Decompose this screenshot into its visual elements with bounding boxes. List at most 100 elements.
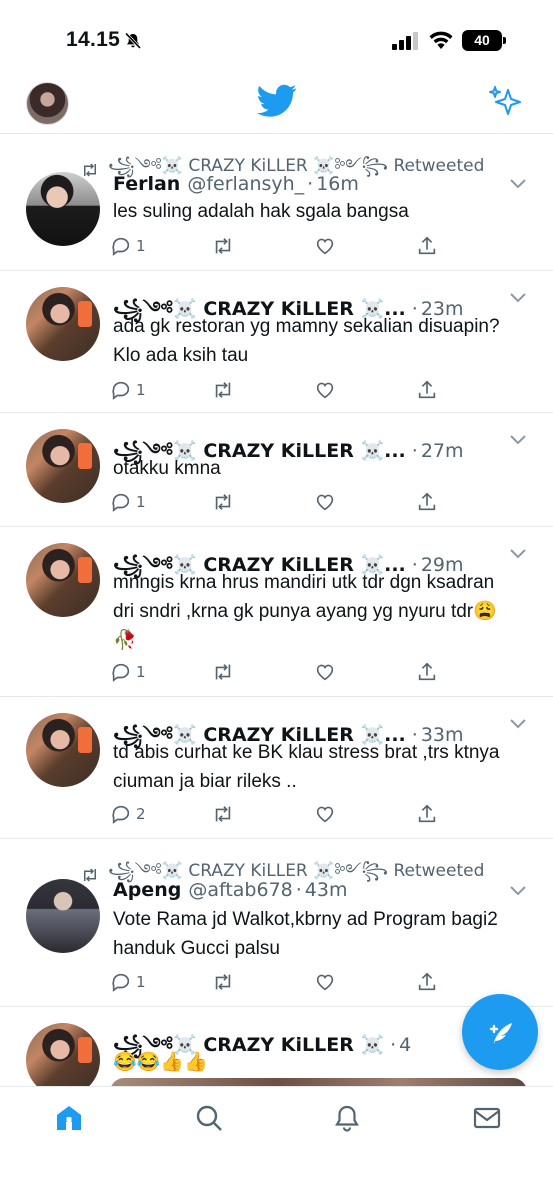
reply-count: 2: [136, 805, 146, 823]
timestamp[interactable]: 16m: [316, 173, 359, 195]
tweet-text: Vote Rama jd Walkot,kbrny ad Program bag…: [113, 909, 498, 959]
chevron-down-icon[interactable]: [509, 885, 527, 897]
retweet-icon: [215, 494, 231, 510]
like-button[interactable]: [314, 378, 336, 402]
reply-button[interactable]: 1: [110, 234, 146, 258]
sparkle-icon[interactable]: [488, 84, 524, 120]
tweet[interactable]: ꧁༺☠️ CRAZY KiLLER ☠️༻꧂ Retweeted Apeng @…: [0, 839, 553, 1007]
tweet-text: mnngis krna hrus mandiri utk tdr dgn ksa…: [113, 572, 497, 651]
chevron-down-icon[interactable]: [509, 434, 527, 446]
share-icon: [418, 380, 436, 399]
bell-muted-icon: [124, 32, 142, 50]
tweet[interactable]: ꧁༺☠️ CRAZY KiLLER ☠️... · 23m ada gk res…: [0, 271, 553, 413]
wifi-icon: [429, 31, 453, 49]
retweet-button[interactable]: [212, 378, 234, 402]
reply-icon: [112, 493, 130, 512]
share-button[interactable]: [416, 660, 438, 684]
tweet-actions: 1: [110, 970, 450, 994]
display-name[interactable]: Ferlan: [113, 173, 180, 195]
retweet-button[interactable]: [212, 234, 234, 258]
reply-button[interactable]: 1: [110, 660, 146, 684]
tweet-text: 😂😂👍👍: [113, 1052, 208, 1073]
retweet-icon: [215, 664, 231, 680]
share-button[interactable]: [416, 234, 438, 258]
share-button[interactable]: [416, 378, 438, 402]
reply-icon: [112, 381, 130, 400]
reply-count: 1: [136, 663, 146, 681]
tweet-actions: 1: [110, 660, 450, 684]
retweet-small-icon: [84, 868, 96, 882]
reply-icon: [112, 663, 130, 682]
like-button[interactable]: [314, 970, 336, 994]
avatar[interactable]: [26, 172, 100, 246]
tweet-actions: 1: [110, 378, 450, 402]
heart-icon: [316, 664, 334, 681]
retweet-button[interactable]: [212, 802, 234, 826]
chevron-down-icon[interactable]: [509, 548, 527, 560]
like-button[interactable]: [314, 660, 336, 684]
like-button[interactable]: [314, 234, 336, 258]
reply-button[interactable]: 1: [110, 970, 146, 994]
heart-icon: [316, 806, 334, 823]
heart-icon: [316, 382, 334, 399]
heart-icon: [316, 974, 334, 991]
retweet-button[interactable]: [212, 970, 234, 994]
retweet-button[interactable]: [212, 660, 234, 684]
tweet-actions: 1: [110, 490, 450, 514]
bird-icon[interactable]: [257, 84, 297, 118]
notifications-icon[interactable]: [332, 1103, 362, 1133]
tweet[interactable]: ꧁༺☠️ CRAZY KiLLER ☠️... · 33m td abis cu…: [0, 697, 553, 839]
tweet-text: td abis curhat ke BK klau stress brat ,t…: [113, 742, 500, 792]
retweet-icon: [215, 238, 231, 254]
home-timeline: ꧁༺☠️ CRAZY KiLLER ☠️༻꧂ Retweeted Ferlan …: [0, 134, 553, 1086]
top-navigation: [0, 76, 553, 134]
avatar[interactable]: [26, 879, 100, 953]
heart-icon: [316, 238, 334, 255]
reply-button[interactable]: 1: [110, 378, 146, 402]
profile-avatar[interactable]: [26, 82, 69, 125]
avatar[interactable]: [26, 429, 100, 503]
timestamp[interactable]: 43m: [305, 879, 348, 901]
reply-count: 1: [136, 493, 146, 511]
compose-tweet-button[interactable]: [462, 994, 538, 1070]
share-icon: [418, 236, 436, 255]
tweet-text: ada gk restoran yg mamny sekalian disuap…: [113, 316, 500, 366]
avatar[interactable]: [26, 287, 100, 361]
bottom-tab-bar: [0, 1086, 553, 1200]
tweet-header: Apeng @aftab678 · 43m: [113, 879, 347, 901]
tweet[interactable]: ꧁༺☠️ CRAZY KiLLER ☠️... · 27m otakku kmn…: [0, 413, 553, 527]
user-handle[interactable]: @aftab678: [188, 879, 292, 901]
like-button[interactable]: [314, 490, 336, 514]
tweet[interactable]: ꧁༺☠️ CRAZY KiLLER ☠️༻꧂ Retweeted Ferlan …: [0, 134, 553, 271]
avatar[interactable]: [26, 713, 100, 787]
reply-button[interactable]: 2: [110, 802, 146, 826]
user-handle[interactable]: @ferlansyh_: [187, 173, 304, 195]
reply-button[interactable]: 1: [110, 490, 146, 514]
reply-count: 1: [136, 381, 146, 399]
avatar[interactable]: [26, 543, 100, 617]
tweet[interactable]: ꧁༺☠️ CRAZY KiLLER ☠️... · 29m mnngis krn…: [0, 527, 553, 697]
share-button[interactable]: [416, 802, 438, 826]
retweet-icon: [215, 974, 231, 990]
share-button[interactable]: [416, 490, 438, 514]
chevron-down-icon[interactable]: [509, 292, 527, 304]
separator: ·: [295, 879, 302, 901]
display-name[interactable]: Apeng: [113, 879, 181, 901]
reply-count: 1: [136, 237, 146, 255]
home-icon[interactable]: [54, 1103, 84, 1133]
heart-icon: [316, 494, 334, 511]
chevron-down-icon[interactable]: [509, 178, 527, 190]
retweet-button[interactable]: [212, 490, 234, 514]
share-button[interactable]: [416, 970, 438, 994]
chevron-down-icon[interactable]: [509, 718, 527, 730]
like-button[interactable]: [314, 802, 336, 826]
retweet-icon: [215, 806, 231, 822]
status-bar: 14.15 40: [0, 0, 553, 80]
tweet-header: Ferlan @ferlansyh_ · 16m: [113, 173, 359, 195]
share-icon: [418, 662, 436, 681]
reply-icon: [112, 805, 130, 824]
reply-count: 1: [136, 973, 146, 991]
search-icon[interactable]: [194, 1103, 224, 1133]
avatar[interactable]: [26, 1023, 100, 1086]
messages-icon[interactable]: [472, 1103, 502, 1133]
